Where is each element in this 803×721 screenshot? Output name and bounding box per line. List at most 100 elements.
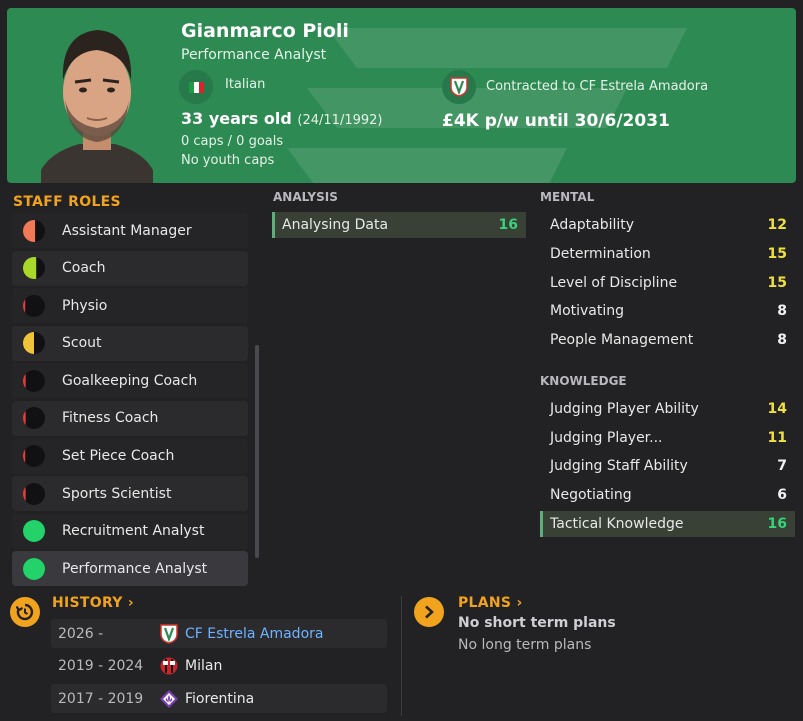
fiorentina-crest-icon	[153, 689, 185, 709]
attribute-row-adaptability[interactable]: Adaptability 12	[540, 212, 795, 238]
attribute-label: Negotiating	[550, 487, 632, 503]
knowledge-heading: KNOWLEDGE	[540, 374, 627, 388]
staff-role-row[interactable]: Assistant Manager	[12, 213, 248, 248]
attribute-label: Level of Discipline	[550, 275, 678, 291]
attribute-row-motivating[interactable]: Motivating 8	[540, 298, 795, 324]
history-row[interactable]: 2019 - 2024 Milan	[51, 651, 387, 680]
attribute-label: Judging Staff Ability	[550, 458, 688, 474]
staff-role-label: Coach	[62, 260, 106, 277]
history-years: 2017 - 2019	[58, 690, 144, 707]
attribute-row-level-of-discipline[interactable]: Level of Discipline 15	[540, 270, 795, 296]
staff-role-row[interactable]: Set Piece Coach	[12, 438, 248, 474]
history-link[interactable]: HISTORY ›	[52, 595, 134, 611]
half-circle-yellow-green-icon	[23, 257, 45, 280]
staff-role-row[interactable]: Fitness Coach	[12, 400, 248, 436]
chevron-right-icon: ›	[127, 595, 134, 611]
attribute-label: Determination	[550, 246, 651, 262]
staff-role-label: Goalkeeping Coach	[62, 372, 198, 389]
caps-label: 0 caps / 0 goals	[181, 134, 284, 149]
staff-role-row[interactable]: Goalkeeping Coach	[12, 363, 248, 399]
staff-roles-list: Assistant Manager Coach Physio Scout Goalkee…	[12, 213, 248, 589]
attribute-value: 11	[767, 430, 787, 446]
attribute-row-judging-player-ability[interactable]: Judging Player Ability 14	[540, 396, 795, 422]
attribute-label: Motivating	[550, 303, 625, 319]
history-years: 2026 -	[58, 625, 104, 642]
contract-label[interactable]: Contracted to CF Estrela Amadora	[486, 79, 708, 94]
staff-role: Performance Analyst	[181, 47, 327, 63]
attribute-value: 14	[767, 401, 787, 417]
youth-caps-label: No youth caps	[181, 153, 275, 168]
staff-role-row[interactable]: Coach	[12, 250, 248, 286]
attribute-label: Tactical Knowledge	[550, 516, 684, 532]
club-crest-icon	[450, 77, 468, 97]
section-divider	[401, 596, 402, 716]
club-badge[interactable]	[442, 70, 476, 104]
staff-role-row[interactable]: Physio	[12, 288, 248, 324]
full-circle-green-icon	[23, 520, 45, 543]
attribute-label: People Management	[550, 332, 694, 348]
sliver-red-icon	[23, 482, 45, 505]
long-term-plans: No long term plans	[458, 637, 592, 653]
roles-scrollbar[interactable]	[255, 345, 259, 558]
staff-role-row[interactable]: Performance Analyst	[12, 551, 248, 587]
attribute-label: Analysing Data	[282, 217, 389, 233]
history-row[interactable]: 2026 - CF Estrela Amadora	[51, 619, 387, 648]
short-term-plans: No short term plans	[458, 615, 616, 631]
full-circle-green-icon	[23, 557, 45, 580]
sliver-red-icon	[23, 407, 45, 430]
history-club[interactable]: Milan	[185, 658, 222, 674]
attribute-row-analysing-data[interactable]: Analysing Data 16	[272, 212, 526, 238]
sliver-red-icon	[23, 294, 45, 317]
attribute-value: 12	[767, 217, 787, 233]
staff-role-label: Sports Scientist	[62, 485, 172, 502]
analysis-heading: ANALYSIS	[273, 190, 338, 204]
attribute-value: 15	[767, 275, 787, 291]
chevron-right-icon: ›	[516, 595, 523, 611]
history-club[interactable]: Fiorentina	[185, 691, 254, 707]
staff-role-label: Set Piece Coach	[62, 448, 175, 465]
staff-role-label: Recruitment Analyst	[62, 523, 205, 540]
nationality-badge[interactable]	[179, 70, 213, 104]
staff-header: Gianmarco Pioli Performance Analyst Ital…	[7, 8, 796, 183]
attribute-row-negotiating[interactable]: Negotiating 6	[540, 482, 795, 508]
attribute-label: Adaptability	[550, 217, 635, 233]
attribute-value: 7	[777, 458, 787, 474]
attribute-label: Judging Player Ability	[550, 401, 699, 417]
mental-heading: MENTAL	[540, 190, 595, 204]
staff-role-row[interactable]: Sports Scientist	[12, 476, 248, 512]
staff-avatar	[41, 30, 153, 183]
history-years: 2019 - 2024	[58, 657, 144, 674]
attribute-row-determination[interactable]: Determination 15	[540, 241, 795, 267]
chevron-right-icon	[425, 605, 434, 619]
staff-role-row[interactable]: Scout	[12, 325, 248, 361]
history-club-link[interactable]: CF Estrela Amadora	[185, 626, 323, 642]
age-label: 33 years old (24/11/1992)	[181, 109, 382, 128]
wage-label: £4K p/w until 30/6/2031	[442, 111, 670, 131]
history-row[interactable]: 2017 - 2019 Fiorentina	[51, 684, 387, 713]
italy-flag-icon	[188, 81, 204, 93]
plans-title: PLANS	[458, 595, 512, 611]
attribute-row-judging-staff-ability[interactable]: Judging Staff Ability 7	[540, 453, 795, 479]
attribute-label: Judging Player...	[550, 430, 663, 446]
milan-crest-icon	[153, 656, 185, 676]
date-of-birth: (24/11/1992)	[297, 113, 383, 128]
half-circle-orange-red-icon	[23, 219, 45, 242]
staff-name: Gianmarco Pioli	[181, 20, 349, 42]
attribute-row-people-management[interactable]: People Management 8	[540, 327, 795, 353]
attribute-row-judging-player-potential[interactable]: Judging Player... 11	[540, 425, 795, 451]
history-icon[interactable]	[10, 597, 40, 627]
attribute-value: 6	[777, 487, 787, 503]
estrela-amadora-crest-icon	[153, 623, 185, 644]
attribute-value: 16	[767, 516, 787, 532]
attribute-value: 16	[498, 217, 518, 233]
plans-link[interactable]: PLANS ›	[458, 595, 523, 611]
plans-icon[interactable]	[414, 597, 444, 627]
staff-role-label: Physio	[62, 297, 108, 314]
half-circle-yellow-icon	[23, 332, 45, 355]
nationality-label: Italian	[225, 77, 266, 92]
age-value: 33 years old	[181, 109, 292, 128]
attribute-row-tactical-knowledge[interactable]: Tactical Knowledge 16	[540, 511, 795, 537]
staff-roles-title: STAFF ROLES	[13, 194, 121, 210]
staff-role-row[interactable]: Recruitment Analyst	[12, 513, 248, 549]
sliver-red-icon	[23, 369, 45, 392]
